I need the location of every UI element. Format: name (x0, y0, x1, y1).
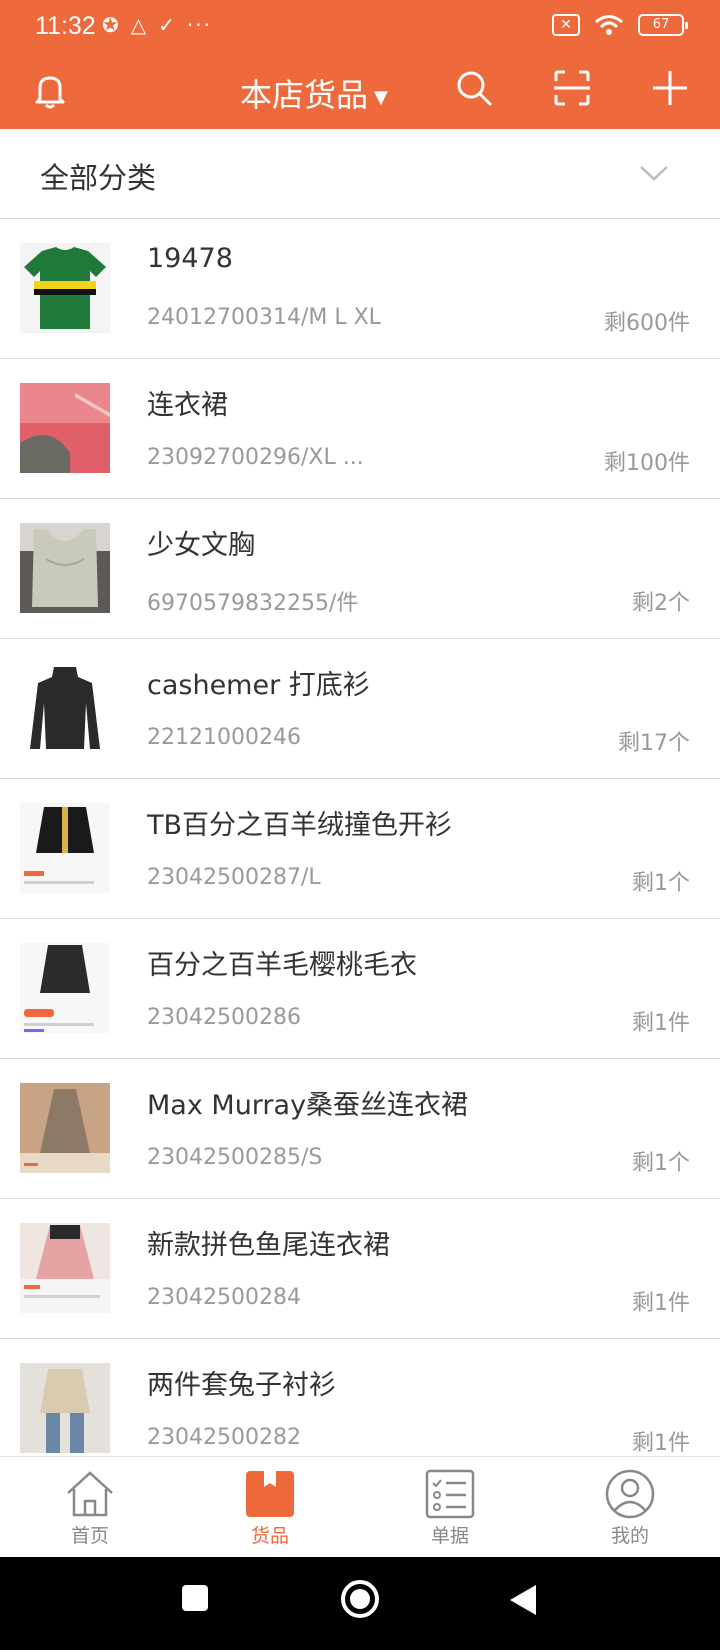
product-stock: 剩1件 (632, 1291, 690, 1316)
status-system-icons: ✕ 67 (552, 14, 688, 36)
product-row[interactable]: cashemer 打底衫 22121000246 剩17个 (0, 639, 720, 779)
page-title: 本店货品 (240, 76, 369, 114)
product-code: 23092700296/XL ... (147, 445, 364, 470)
product-code: 23042500286 (147, 1005, 301, 1030)
tab-label: 单据 (430, 1525, 469, 1547)
product-code: 6970579832255/件 (147, 591, 359, 616)
add-icon[interactable] (650, 68, 690, 108)
product-row[interactable]: 新款拼色鱼尾连衣裙 23042500284 剩1件 (0, 1199, 720, 1339)
recents-button[interactable] (180, 1583, 210, 1613)
product-code: 23042500285/S (147, 1145, 323, 1170)
product-row[interactable]: 连衣裙 23092700296/XL ... 剩100件 (0, 359, 720, 499)
product-name: 少女文胸 (147, 530, 255, 561)
bottom-tab-bar: 首页 货品 单据 我的 (0, 1456, 720, 1557)
category-filter[interactable]: 全部分类 (0, 129, 720, 219)
product-name: 新款拼色鱼尾连衣裙 (147, 1230, 390, 1261)
app-header: 本店货品 ▼ (0, 54, 720, 129)
home-button[interactable] (340, 1579, 380, 1619)
search-icon[interactable] (454, 68, 494, 108)
no-sim-icon: ✕ (552, 14, 580, 36)
product-thumbnail (20, 803, 110, 893)
product-stock: 剩1个 (632, 871, 690, 896)
product-name: cashemer 打底衫 (147, 670, 370, 701)
profile-icon (605, 1469, 655, 1519)
product-thumbnail (20, 1223, 110, 1313)
dropdown-caret-icon: ▼ (374, 86, 388, 108)
status-bar: 11:32 ✪ △ ✓ ··· ✕ 67 (0, 0, 720, 54)
product-thumbnail (20, 1363, 110, 1453)
product-name: TB百分之百羊绒撞色开衫 (147, 810, 453, 841)
product-stock: 剩1件 (632, 1011, 690, 1036)
orders-list-icon (425, 1469, 475, 1519)
home-icon (67, 1471, 113, 1517)
product-name: 连衣裙 (147, 390, 228, 421)
product-stock: 剩17个 (618, 731, 690, 756)
back-button[interactable] (508, 1583, 538, 1617)
product-stock: 剩2个 (632, 591, 690, 616)
system-navigation-bar (0, 1557, 720, 1650)
product-row[interactable]: Max Murray桑蚕丝连衣裙 23042500285/S 剩1个 (0, 1059, 720, 1199)
product-name: Max Murray桑蚕丝连衣裙 (147, 1090, 469, 1121)
goods-box-icon (246, 1471, 294, 1517)
product-thumbnail (20, 1083, 110, 1173)
product-code: 23042500287/L (147, 865, 321, 890)
chevron-down-icon (640, 166, 668, 181)
category-label: 全部分类 (40, 161, 157, 195)
product-thumbnail (20, 943, 110, 1033)
product-code: 23042500284 (147, 1285, 301, 1310)
product-list: 19478 24012700314/M L XL 剩600件 连衣裙 23092… (0, 219, 720, 1479)
app-notification-icon: ✪ (102, 13, 119, 37)
product-code: 22121000246 (147, 725, 301, 750)
tab-profile[interactable]: 我的 (570, 1469, 690, 1548)
product-name: 19478 (147, 243, 233, 274)
tab-label: 首页 (70, 1525, 109, 1547)
product-thumbnail (20, 523, 110, 613)
scan-icon[interactable] (552, 68, 592, 108)
product-code: 23042500282 (147, 1425, 301, 1450)
product-name: 百分之百羊毛樱桃毛衣 (147, 950, 417, 981)
top-bar: 11:32 ✪ △ ✓ ··· ✕ 67 本店货品 ▼ (0, 0, 720, 129)
product-name: 两件套兔子衬衫 (147, 1370, 336, 1401)
product-thumbnail (20, 243, 110, 333)
tab-label: 货品 (250, 1525, 289, 1547)
tab-goods[interactable]: 货品 (210, 1469, 330, 1548)
product-stock: 剩100件 (604, 451, 690, 476)
battery-icon: 67 (638, 14, 688, 36)
drive-notification-icon: △ (130, 13, 147, 37)
product-row[interactable]: TB百分之百羊绒撞色开衫 23042500287/L 剩1个 (0, 779, 720, 919)
tab-home[interactable]: 首页 (30, 1469, 150, 1548)
product-row[interactable]: 百分之百羊毛樱桃毛衣 23042500286 剩1件 (0, 919, 720, 1059)
product-stock: 剩600件 (604, 311, 690, 336)
product-row[interactable]: 少女文胸 6970579832255/件 剩2个 (0, 499, 720, 639)
product-code: 24012700314/M L XL (147, 305, 381, 330)
status-time: 11:32 (35, 12, 96, 40)
product-thumbnail (20, 663, 110, 753)
tab-orders[interactable]: 单据 (390, 1469, 510, 1548)
check-notification-icon: ✓ (158, 13, 175, 37)
product-stock: 剩1件 (632, 1431, 690, 1456)
store-goods-dropdown[interactable]: 本店货品 ▼ (240, 70, 388, 116)
tab-label: 我的 (610, 1525, 649, 1547)
bell-icon[interactable] (30, 70, 70, 110)
product-stock: 剩1个 (632, 1151, 690, 1176)
product-row[interactable]: 19478 24012700314/M L XL 剩600件 (0, 219, 720, 359)
status-notification-icons: ✪ △ ✓ ··· (102, 12, 212, 38)
product-thumbnail (20, 383, 110, 473)
more-notifications-icon: ··· (186, 13, 212, 37)
wifi-icon (595, 15, 623, 35)
